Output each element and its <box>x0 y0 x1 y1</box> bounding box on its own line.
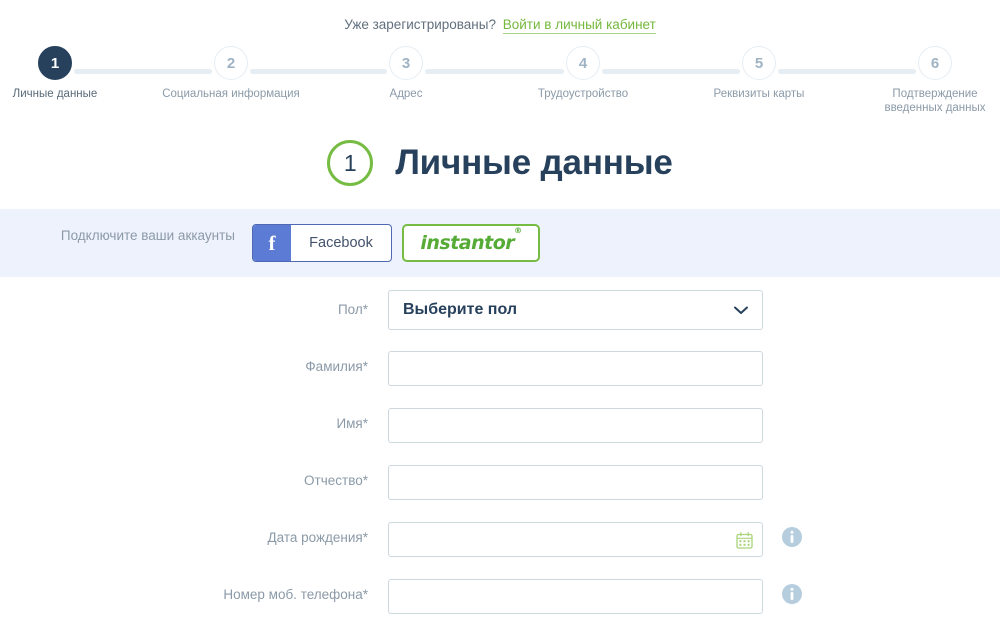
step-circle-1: 1 <box>38 46 72 80</box>
step-caption-2: Социальная информация <box>162 88 300 100</box>
heading-step-number: 1 <box>327 140 374 186</box>
personal-data-form: Пол* Выберите пол Фамилия* Имя* Отчество* Дат… <box>0 290 1000 632</box>
stepper-step-2[interactable]: 2 Социальная информация <box>161 46 301 101</box>
social-connect-label: Подключите ваши аккаунты <box>60 228 235 243</box>
step-circle-3: 3 <box>389 46 423 80</box>
instantor-registered-mark: ® <box>514 225 522 235</box>
facebook-button-label: Facebook <box>309 235 373 251</box>
login-prompt-question: Уже зарегистрированы? <box>344 17 496 32</box>
page-title: Личные данные <box>395 143 673 182</box>
gender-select[interactable]: Выберите пол <box>388 290 763 330</box>
step-caption-5: Реквизиты карты <box>713 88 805 100</box>
field-label: Пол* <box>337 302 368 317</box>
field-label: Номер моб. телефона* <box>223 587 368 602</box>
stepper-step-3[interactable]: 3 Адрес <box>336 46 476 101</box>
form-row: Фамилия* <box>0 347 1000 404</box>
form-row: Имя* <box>0 404 1000 461</box>
field-label: Отчество* <box>304 473 368 488</box>
text-input-wrapper[interactable] <box>388 579 763 614</box>
step-caption-1: Личные данные <box>12 88 98 100</box>
step-caption-3: Адрес <box>389 88 423 100</box>
form-row: Отчество* <box>0 461 1000 518</box>
text-input-wrapper[interactable] <box>388 408 763 443</box>
progress-stepper: 1 Личные данные 2 Социальная информация 3 Адр… <box>0 46 1000 116</box>
facebook-f-icon: f <box>253 225 291 261</box>
stepper-step-4[interactable]: 4 Трудоустройство <box>513 46 653 101</box>
step-caption-6: Подтверждение введенных данных <box>884 88 986 114</box>
stepper-step-5[interactable]: 5 Реквизиты карты <box>689 46 829 101</box>
calendar-icon[interactable] <box>736 532 753 549</box>
step-circle-4: 4 <box>566 46 600 80</box>
stepper-step-6[interactable]: 6 Подтверждение введенных данных <box>865 46 1000 115</box>
text-input-wrapper[interactable] <box>388 465 763 500</box>
login-link[interactable]: Войти в личный кабинет <box>502 17 656 34</box>
field-label: Фамилия* <box>305 359 368 374</box>
login-prompt: Уже зарегистрированы? Войти в личный каб… <box>0 17 1000 34</box>
form-row: Дата рождения* <box>0 518 1000 575</box>
field-label: Имя* <box>336 416 368 431</box>
field-label: Дата рождения* <box>267 530 369 545</box>
info-icon[interactable] <box>781 526 803 548</box>
step-circle-6: 6 <box>918 46 952 80</box>
info-icon[interactable] <box>781 583 803 605</box>
form-row: Пол* Выберите пол <box>0 290 1000 347</box>
instantor-wordmark: instantor <box>420 232 515 254</box>
page-heading: 1 Личные данные <box>0 140 1000 186</box>
instantor-button-label: instantor® <box>420 226 522 254</box>
instantor-connect-button[interactable]: instantor® <box>402 224 540 262</box>
text-input-wrapper[interactable] <box>388 522 763 557</box>
stepper-step-1[interactable]: 1 Личные данные <box>0 46 125 101</box>
facebook-connect-button[interactable]: f Facebook <box>252 224 392 262</box>
step-circle-2: 2 <box>214 46 248 80</box>
text-input-wrapper[interactable] <box>388 351 763 386</box>
form-row: Номер моб. телефона* <box>0 575 1000 632</box>
registration-page: Уже зарегистрированы? Войти в личный каб… <box>0 0 1000 641</box>
gender-select-value: Выберите пол <box>403 301 517 318</box>
chevron-down-icon <box>734 306 748 314</box>
step-caption-4: Трудоустройство <box>537 88 629 100</box>
step-circle-5: 5 <box>742 46 776 80</box>
social-connect-band: Подключите ваши аккаунты f Facebook inst… <box>0 209 1000 277</box>
